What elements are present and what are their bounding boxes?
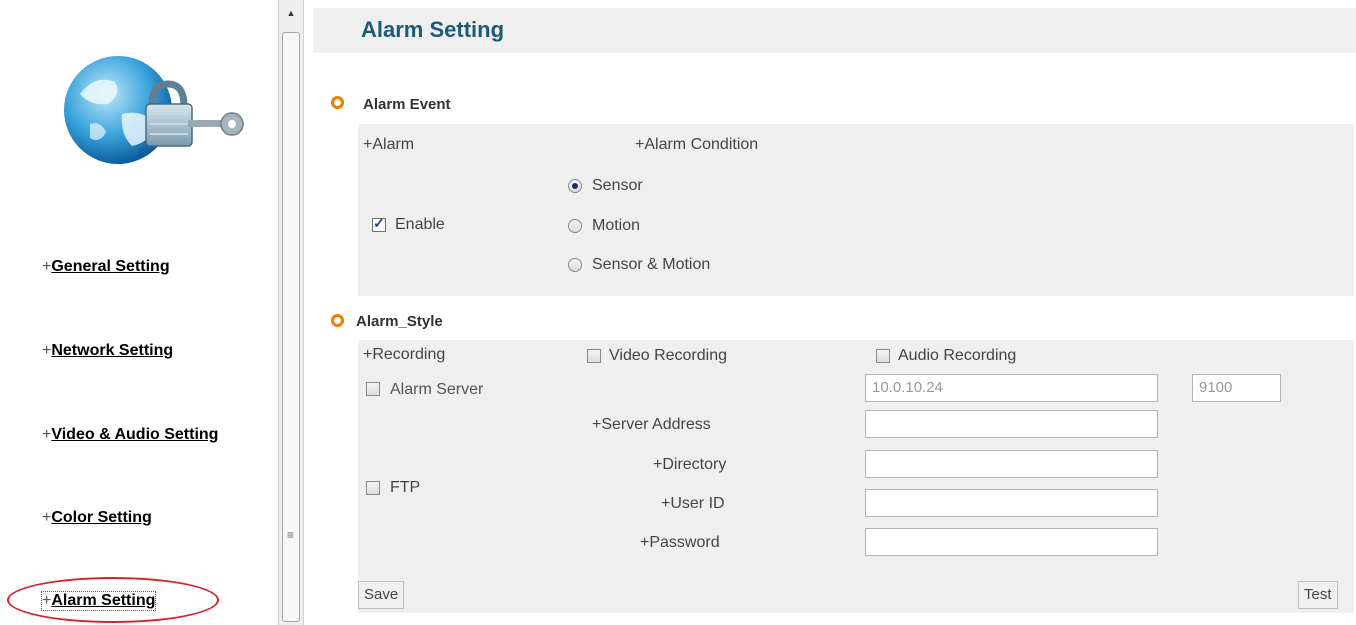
alarm-event-panel: +Alarm +Alarm Condition Enable Sensor Mo…: [358, 124, 1354, 296]
password-input[interactable]: [865, 528, 1158, 556]
password-label: +Password: [640, 534, 720, 551]
alarm-header: +Alarm: [363, 136, 415, 153]
sidebar-item-network-setting[interactable]: +Network Setting: [42, 342, 173, 360]
page-header: Alarm Setting: [313, 8, 1356, 53]
alarm-condition-header: +Alarm Condition: [635, 136, 759, 153]
alarm-server-checkbox[interactable]: [366, 382, 380, 396]
alarm-style-panel: +Recording Video Recording Audio Recordi…: [358, 340, 1354, 613]
page-title: Alarm Setting: [361, 17, 505, 42]
motion-label: Motion: [592, 217, 641, 234]
alarm-server-label: Alarm Server: [390, 381, 484, 398]
server-address-label: +Server Address: [592, 416, 711, 433]
ftp-checkbox[interactable]: [366, 481, 380, 495]
recording-label: +Recording: [363, 346, 446, 363]
sensor-label: Sensor: [592, 177, 643, 194]
audio-recording-label: Audio Recording: [898, 347, 1017, 364]
sensor-motion-radio[interactable]: [568, 258, 582, 272]
enable-checkbox[interactable]: [372, 215, 386, 232]
scroll-up-arrow-icon[interactable]: ▲: [279, 0, 303, 26]
section-title-alarm-style: Alarm_Style: [356, 313, 443, 330]
test-button[interactable]: Test: [1298, 581, 1338, 609]
plus-icon: +: [42, 509, 52, 526]
plus-icon: +: [42, 258, 52, 275]
sidebar-item-video-audio-setting[interactable]: +Video & Audio Setting: [42, 426, 218, 444]
globe-lock-key-icon: [64, 56, 244, 164]
ftp-label: FTP: [390, 479, 421, 496]
section-bullet-icon: [331, 314, 344, 327]
sidebar-item-label: General Setting: [51, 258, 170, 275]
highlight-annotation-oval: [7, 577, 219, 623]
sensor-radio[interactable]: [568, 179, 582, 193]
vertical-scrollbar[interactable]: ▲ ≡: [278, 0, 304, 625]
sidebar-item-label: Network Setting: [51, 342, 174, 359]
sidebar-item-general-setting[interactable]: +General Setting: [42, 258, 170, 276]
user-id-input[interactable]: [865, 489, 1158, 517]
audio-recording-checkbox[interactable]: [876, 349, 890, 363]
sensor-motion-label: Sensor & Motion: [592, 256, 711, 273]
plus-icon: +: [42, 426, 52, 443]
alarm-server-ip-input[interactable]: 10.0.10.24: [865, 374, 1158, 402]
server-address-input[interactable]: [865, 410, 1158, 438]
section-title-alarm-event: Alarm Event: [363, 96, 451, 113]
video-recording-label: Video Recording: [609, 347, 728, 364]
alarm-server-port-input[interactable]: 9100: [1192, 374, 1281, 402]
enable-label: Enable: [395, 216, 445, 233]
video-recording-checkbox[interactable]: [587, 349, 601, 363]
plus-icon: +: [42, 342, 52, 359]
grip-icon: ≡: [287, 528, 295, 542]
sidebar-item-color-setting[interactable]: +Color Setting: [42, 509, 152, 527]
sidebar-item-label: Color Setting: [51, 509, 152, 526]
directory-input[interactable]: [865, 450, 1158, 478]
save-button[interactable]: Save: [358, 581, 405, 609]
directory-label: +Directory: [653, 456, 727, 473]
motion-radio[interactable]: [568, 219, 582, 233]
sidebar-item-label: Video & Audio Setting: [51, 426, 219, 443]
user-id-label: +User ID: [661, 495, 725, 512]
sidebar: +General Setting +Network Setting +Video…: [0, 0, 278, 625]
scroll-thumb[interactable]: ≡: [282, 32, 300, 622]
section-bullet-icon: [331, 96, 344, 109]
